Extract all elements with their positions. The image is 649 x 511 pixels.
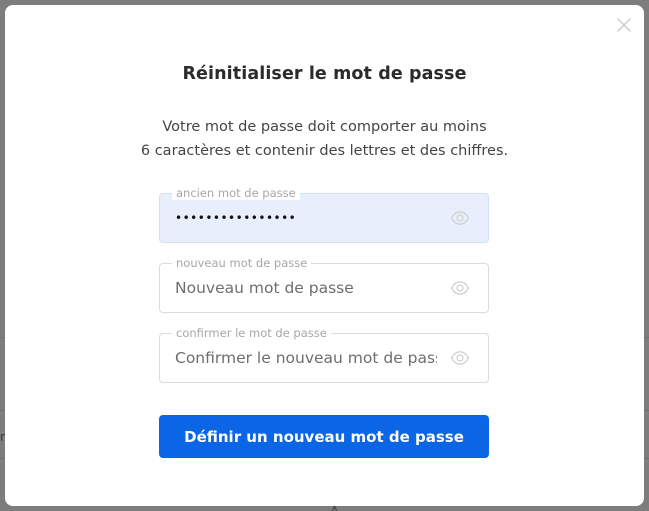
new-password-input[interactable] [175,264,437,312]
description-line: Votre mot de passe doit comporter au moi… [162,119,487,135]
new-password-field: nouveau mot de passe [159,256,489,313]
description-line: 6 caractères et contenir des lettres et … [140,143,509,159]
eye-icon [450,281,470,295]
old-password-field: ancien mot de passe [159,186,489,243]
eye-icon [450,211,470,225]
reset-password-modal: Réinitialiser le mot de passe Votre mot … [5,5,644,506]
show-password-toggle[interactable] [450,350,470,366]
eye-icon [450,351,470,365]
old-password-input[interactable] [175,194,437,242]
set-new-password-button[interactable]: Définir un nouveau mot de passe [159,415,489,458]
confirm-password-field: confirmer le mot de passe [159,326,489,383]
close-button[interactable] [616,17,632,33]
show-password-toggle[interactable] [450,210,470,226]
show-password-toggle[interactable] [450,280,470,296]
close-icon [617,18,631,32]
modal-description: Votre mot de passe doit comporter au moi… [5,115,644,163]
confirm-password-input[interactable] [175,334,437,382]
modal-title: Réinitialiser le mot de passe [182,64,467,84]
